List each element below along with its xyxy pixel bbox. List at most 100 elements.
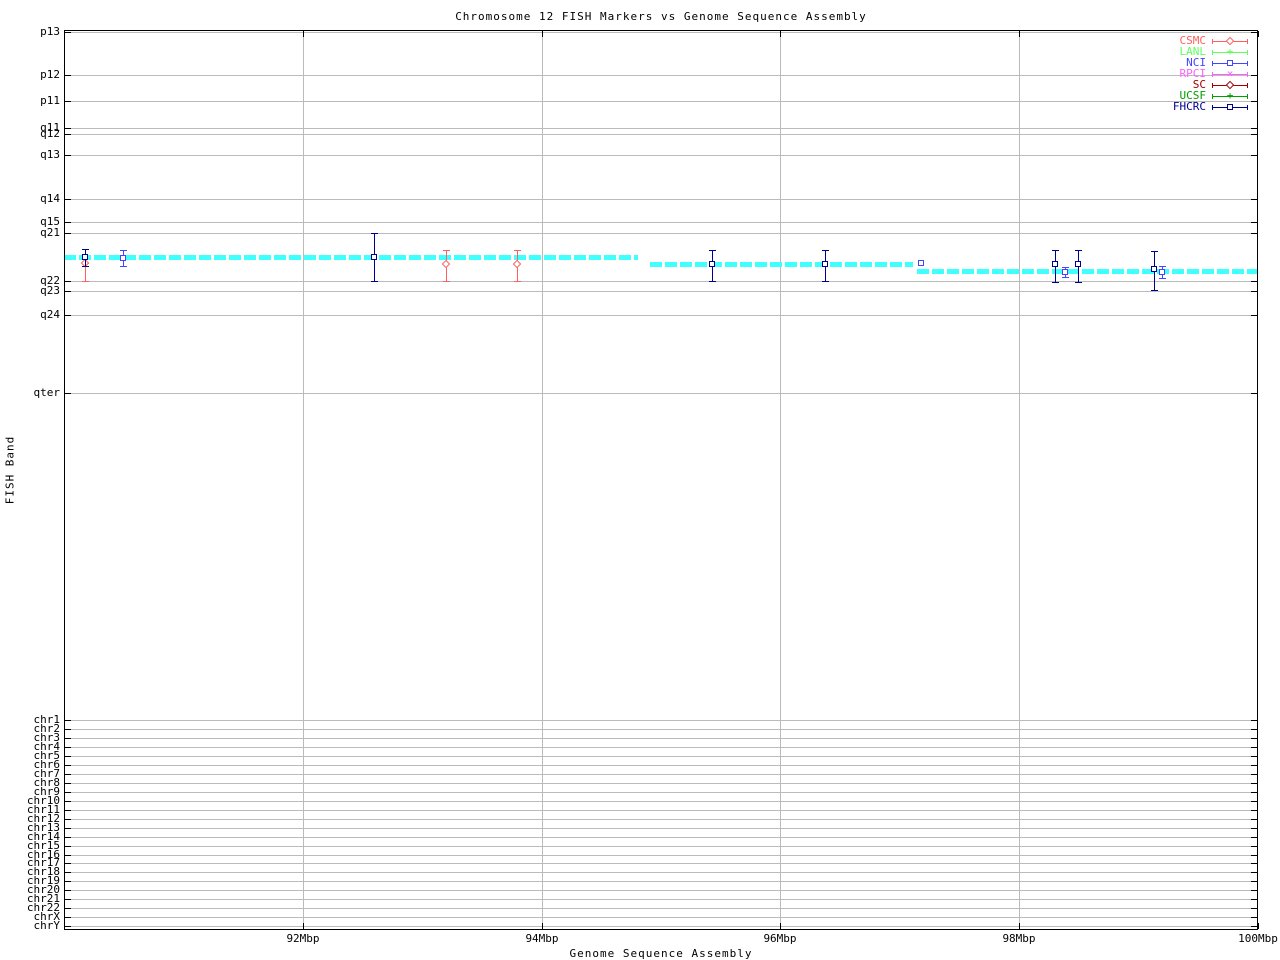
y-tick <box>1251 890 1257 891</box>
y-tick <box>65 729 71 730</box>
y-tick <box>1251 765 1257 766</box>
y-tick <box>65 281 71 282</box>
y-tick <box>65 783 71 784</box>
y-tick <box>1251 819 1257 820</box>
y-tick <box>65 134 71 135</box>
y-tick <box>1251 881 1257 882</box>
y-tick <box>65 155 71 156</box>
y-tick <box>65 890 71 891</box>
x-axis-title: Genome Sequence Assembly <box>569 947 753 960</box>
y-tick-label: q14 <box>40 192 60 205</box>
y-tick <box>1251 855 1257 856</box>
y-tick <box>65 765 71 766</box>
x-tick-label: 96Mbp <box>763 932 797 945</box>
y-tick <box>65 75 71 76</box>
legend-sample-cap <box>1247 105 1248 110</box>
x-tick-label: 92Mbp <box>286 932 320 945</box>
y-tick <box>1251 134 1257 135</box>
y-tick <box>65 233 71 234</box>
y-tick <box>1251 917 1257 918</box>
y-tick <box>65 899 71 900</box>
y-tick <box>1251 233 1257 234</box>
y-tick <box>1251 756 1257 757</box>
y-tick <box>1251 926 1257 927</box>
y-tick <box>65 846 71 847</box>
legend-marker-nci <box>1227 60 1233 66</box>
y-tick-label: q13 <box>40 148 60 161</box>
y-tick <box>65 810 71 811</box>
x-tick <box>542 923 543 929</box>
plot-border <box>64 30 1258 930</box>
legend-marker-ucsf: + <box>1226 89 1234 102</box>
legend-sample-cap <box>1212 50 1213 55</box>
y-tick <box>65 774 71 775</box>
y-tick <box>1251 281 1257 282</box>
chart-root: Chromosome 12 FISH Markers vs Genome Seq… <box>0 0 1280 960</box>
y-tick <box>65 32 71 33</box>
y-tick <box>65 863 71 864</box>
y-tick-label: q21 <box>40 226 60 239</box>
y-tick <box>65 917 71 918</box>
legend-sample-cap <box>1247 50 1248 55</box>
y-tick <box>65 756 71 757</box>
y-tick <box>65 291 71 292</box>
legend-sample-cap <box>1212 94 1213 99</box>
x-tick-label: 98Mbp <box>1002 932 1036 945</box>
y-tick <box>1251 128 1257 129</box>
x-tick <box>303 923 304 929</box>
y-tick-label: q12 <box>40 127 60 140</box>
x-tick <box>542 31 543 37</box>
y-tick <box>65 128 71 129</box>
legend-sample-cap <box>1212 61 1213 66</box>
y-tick-label: q23 <box>40 284 60 297</box>
x-tick <box>1258 923 1259 929</box>
x-tick <box>780 31 781 37</box>
y-tick <box>65 738 71 739</box>
y-tick <box>65 315 71 316</box>
y-tick <box>1251 810 1257 811</box>
y-tick <box>65 908 71 909</box>
y-tick <box>1251 199 1257 200</box>
y-tick <box>65 720 71 721</box>
x-tick <box>1019 923 1020 929</box>
y-tick <box>1251 899 1257 900</box>
y-tick-label: p11 <box>40 94 60 107</box>
y-tick <box>65 393 71 394</box>
y-axis-title: FISH Band <box>3 435 17 505</box>
y-tick <box>1251 792 1257 793</box>
legend-label-fhcrc: FHCRC <box>1172 100 1206 113</box>
y-tick <box>65 881 71 882</box>
y-tick <box>1251 801 1257 802</box>
x-tick-label: 100Mbp <box>1238 932 1278 945</box>
legend-sample-cap <box>1247 94 1248 99</box>
y-tick <box>1251 222 1257 223</box>
x-tick <box>1258 31 1259 37</box>
legend-sample-cap <box>1247 39 1248 44</box>
y-tick-label: p13 <box>40 25 60 38</box>
y-tick <box>1251 315 1257 316</box>
y-tick <box>65 747 71 748</box>
y-tick-label: qter <box>33 386 61 399</box>
legend-sample-cap <box>1212 105 1213 110</box>
y-tick <box>1251 729 1257 730</box>
y-tick <box>1251 291 1257 292</box>
y-tick <box>1251 837 1257 838</box>
y-tick <box>1251 101 1257 102</box>
y-tick <box>1251 720 1257 721</box>
y-tick <box>65 855 71 856</box>
y-tick <box>1251 393 1257 394</box>
legend-marker-lanl: + <box>1226 45 1234 58</box>
y-tick <box>1251 908 1257 909</box>
legend-sample-cap <box>1212 72 1213 77</box>
y-tick <box>65 872 71 873</box>
y-tick <box>1251 846 1257 847</box>
y-tick <box>1251 872 1257 873</box>
y-tick <box>65 828 71 829</box>
chart-title: Chromosome 12 FISH Markers vs Genome Seq… <box>455 10 867 23</box>
x-tick <box>1019 31 1020 37</box>
y-tick-label: q24 <box>40 308 60 321</box>
x-tick <box>780 923 781 929</box>
y-tick <box>65 101 71 102</box>
y-tick <box>1251 75 1257 76</box>
y-tick <box>65 819 71 820</box>
